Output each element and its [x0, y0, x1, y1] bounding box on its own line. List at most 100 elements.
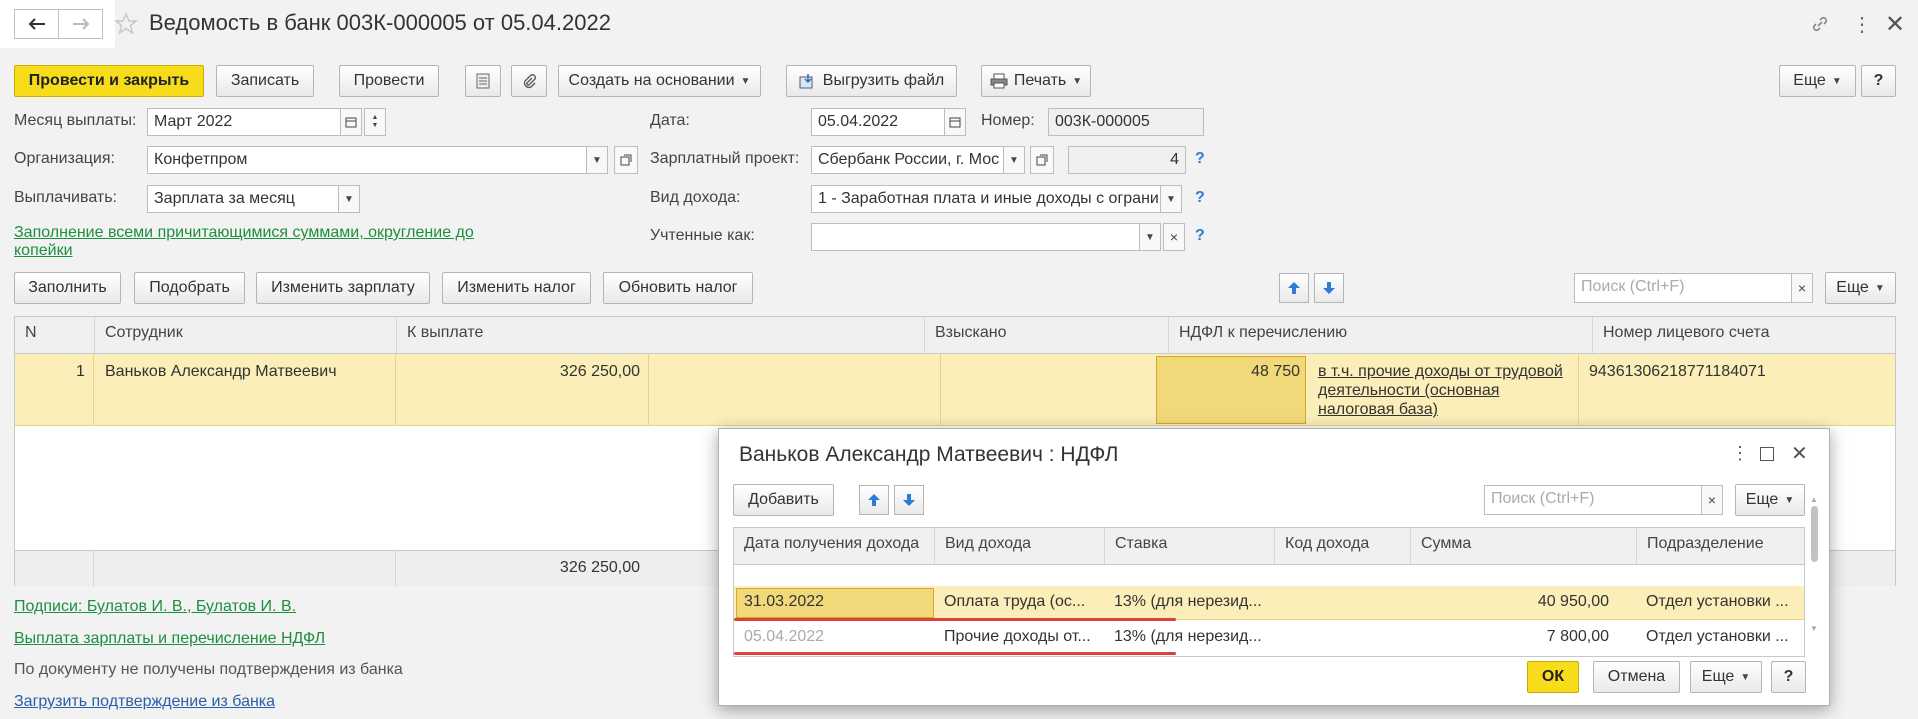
- col-income-kind[interactable]: Вид дохода: [935, 528, 1105, 564]
- close-icon[interactable]: ✕: [1885, 10, 1905, 39]
- export-file-label: Выгрузить файл: [822, 72, 945, 89]
- ndfl-note-link[interactable]: деятельности (основная: [1318, 382, 1499, 400]
- pay-dropdown[interactable]: ▼: [338, 185, 360, 213]
- back-button[interactable]: [14, 9, 59, 39]
- pick-button[interactable]: Подобрать: [134, 272, 245, 304]
- row-income-kind: Оплата труда (ос...: [944, 593, 1086, 610]
- fill-link-cont[interactable]: копейки: [14, 242, 73, 260]
- arrow-up-icon: [868, 494, 880, 506]
- add-button[interactable]: Добавить: [733, 484, 834, 516]
- ndfl-note-link[interactable]: в т.ч. прочие доходы от трудовой: [1318, 363, 1563, 381]
- post-and-close-button[interactable]: Провести и закрыть: [14, 65, 204, 97]
- salary-project-dropdown[interactable]: ▼: [1003, 146, 1025, 174]
- table-row[interactable]: [734, 621, 1804, 655]
- star-icon[interactable]: [114, 12, 138, 36]
- change-tax-button[interactable]: Изменить налог: [442, 272, 591, 304]
- col-to-pay[interactable]: К выплате: [397, 317, 925, 353]
- col-n[interactable]: N: [15, 317, 95, 353]
- more-button[interactable]: Еще ▼: [1779, 65, 1856, 97]
- open-window-icon: [620, 154, 632, 166]
- export-file-button[interactable]: Выгрузить файл: [786, 65, 957, 97]
- salary-project-open-button[interactable]: [1030, 146, 1054, 174]
- ok-button[interactable]: ОК: [1527, 661, 1579, 693]
- col-ndfl[interactable]: НДФЛ к перечислению: [1169, 317, 1593, 353]
- organization-dropdown[interactable]: ▼: [586, 146, 608, 174]
- row-rate: 13% (для нерезид...: [1114, 593, 1262, 610]
- footer-divider: [395, 550, 396, 586]
- fill-button[interactable]: Заполнить: [14, 272, 121, 304]
- fill-link[interactable]: Заполнение всеми причитающимися суммами,…: [14, 224, 474, 242]
- dialog-scrollbar[interactable]: ▲ ▼: [1809, 495, 1819, 651]
- more-vertical-icon[interactable]: ⋮: [1731, 443, 1749, 464]
- cancel-button[interactable]: Отмена: [1593, 661, 1680, 693]
- col-income-code[interactable]: Код дохода: [1275, 528, 1411, 564]
- document-list-button[interactable]: [465, 65, 501, 97]
- counted-as-dropdown[interactable]: ▼: [1139, 223, 1161, 251]
- dialog-move-up-button[interactable]: [859, 485, 889, 515]
- link-icon[interactable]: [1810, 14, 1830, 34]
- pay-field[interactable]: Зарплата за месяц: [147, 185, 339, 213]
- row-ndfl: 48 750: [1251, 363, 1300, 380]
- print-button[interactable]: Печать ▼: [981, 65, 1091, 97]
- col-rate[interactable]: Ставка: [1105, 528, 1275, 564]
- dialog-more-button[interactable]: Еще ▼: [1735, 484, 1805, 516]
- row-dividers: [395, 354, 396, 426]
- post-button[interactable]: Провести: [339, 65, 439, 97]
- close-icon[interactable]: ✕: [1791, 441, 1808, 466]
- help-question-icon[interactable]: ?: [1195, 189, 1205, 207]
- month-stepper[interactable]: ▲ ▼: [364, 108, 386, 136]
- help-question-icon[interactable]: ?: [1195, 150, 1205, 168]
- help-button[interactable]: ?: [1861, 65, 1896, 97]
- organization-open-button[interactable]: [614, 146, 638, 174]
- load-confirmation-link[interactable]: Загрузить подтверждение из банка: [14, 693, 275, 711]
- move-down-button[interactable]: [1314, 273, 1344, 303]
- print-label: Печать: [1013, 72, 1067, 89]
- dialog-search-clear[interactable]: ×: [1701, 485, 1723, 515]
- col-income-date[interactable]: Дата получения дохода: [734, 528, 935, 564]
- table-total: 326 250,00: [559, 559, 640, 576]
- more-vertical-icon[interactable]: ⋮: [1852, 12, 1872, 37]
- organization-field[interactable]: Конфетпром: [147, 146, 587, 174]
- scroll-down-icon[interactable]: ▼: [1809, 624, 1819, 633]
- change-salary-button[interactable]: Изменить зарплату: [256, 272, 430, 304]
- search-input[interactable]: Поиск (Ctrl+F): [1574, 273, 1792, 303]
- calendar-button[interactable]: [340, 108, 362, 136]
- income-type-field[interactable]: 1 - Заработная плата и иные доходы с огр…: [811, 185, 1161, 213]
- counted-as-clear[interactable]: ×: [1163, 223, 1185, 251]
- date-field[interactable]: 05.04.2022: [811, 108, 945, 136]
- maximize-icon[interactable]: [1760, 447, 1774, 461]
- col-employee[interactable]: Сотрудник: [95, 317, 397, 353]
- col-sum[interactable]: Сумма: [1411, 528, 1637, 564]
- save-button[interactable]: Записать: [216, 65, 314, 97]
- pay-label: Выплачивать:: [14, 189, 117, 206]
- more-label: Еще: [1745, 491, 1779, 508]
- dialog-move-down-button[interactable]: [894, 485, 924, 515]
- col-collected[interactable]: Взыскано: [925, 317, 1169, 353]
- income-type-label: Вид дохода:: [650, 189, 741, 206]
- create-based-on-button[interactable]: Создать на основании ▼: [558, 65, 761, 97]
- month-field[interactable]: Март 2022: [147, 108, 341, 136]
- help-question-icon[interactable]: ?: [1195, 227, 1205, 245]
- number-field[interactable]: 003К-000005: [1048, 108, 1204, 136]
- attach-button[interactable]: [511, 65, 547, 97]
- dialog-footer-more-button[interactable]: Еще ▼: [1690, 661, 1762, 693]
- printer-icon: [990, 73, 1008, 89]
- salary-project-field[interactable]: Сбербанк России, г. Мос: [811, 146, 1004, 174]
- col-department[interactable]: Подразделение: [1637, 528, 1806, 564]
- table-more-button[interactable]: Еще ▼: [1825, 272, 1896, 304]
- signatures-link[interactable]: Подписи: Булатов И. В., Булатов И. В.: [14, 598, 296, 616]
- ndfl-note-link[interactable]: налоговая база): [1318, 401, 1438, 419]
- search-clear-button[interactable]: ×: [1791, 273, 1813, 303]
- dialog-help-button[interactable]: ?: [1771, 661, 1806, 693]
- dialog-search-input[interactable]: Поиск (Ctrl+F): [1484, 485, 1702, 515]
- col-account[interactable]: Номер лицевого счета: [1593, 317, 1897, 353]
- counted-as-field[interactable]: [811, 223, 1140, 251]
- payout-link[interactable]: Выплата зарплаты и перечисление НДФЛ: [14, 630, 325, 648]
- date-calendar-button[interactable]: [944, 108, 966, 136]
- move-up-button[interactable]: [1279, 273, 1309, 303]
- forward-button[interactable]: [58, 9, 103, 39]
- scroll-up-icon[interactable]: ▲: [1809, 495, 1819, 504]
- scrollbar-thumb[interactable]: [1810, 506, 1818, 562]
- income-type-dropdown[interactable]: ▼: [1160, 185, 1182, 213]
- update-tax-button[interactable]: Обновить налог: [603, 272, 753, 304]
